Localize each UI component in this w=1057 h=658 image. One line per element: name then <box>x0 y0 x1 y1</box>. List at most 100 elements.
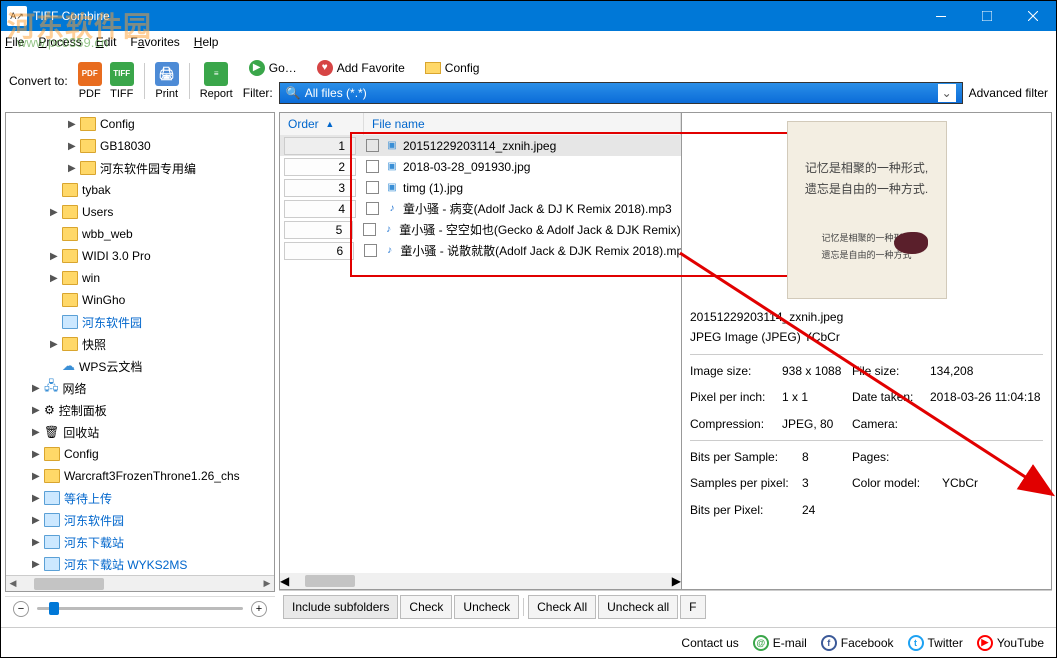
tree-item[interactable]: ▶河东下载站 <box>6 531 274 553</box>
twitter-link[interactable]: tTwitter <box>908 635 963 651</box>
label-compression: Compression: <box>690 414 782 434</box>
file-name: 2018-03-28_091930.jpg <box>403 160 530 174</box>
expand-arrow-icon[interactable]: ▶ <box>32 383 44 394</box>
f-button[interactable]: F <box>680 595 705 619</box>
contact-us-link[interactable]: Contact us <box>681 636 738 650</box>
tree-item[interactable]: ▶⚙控制面板 <box>6 399 274 421</box>
menu-help[interactable]: Help <box>194 35 219 49</box>
minimize-button[interactable] <box>918 1 964 31</box>
tree-item[interactable]: ▶快照 <box>6 333 274 355</box>
expand-arrow-icon[interactable]: ▶ <box>32 471 44 482</box>
tree-item[interactable]: ▶🗑回收站 <box>6 421 274 443</box>
tree-item[interactable]: ▶等待上传 <box>6 487 274 509</box>
label-bps: Bits per Sample: <box>690 447 802 467</box>
expand-arrow-icon[interactable]: ▶ <box>32 559 44 570</box>
convert-pdf-button[interactable]: PDFPDF <box>78 62 102 100</box>
list-scrollbar[interactable]: ◀▶ <box>280 573 681 589</box>
tree-item[interactable]: ▶Config <box>6 113 274 135</box>
expand-arrow-icon[interactable]: ▶ <box>50 273 62 284</box>
horizontal-scrollbar[interactable]: ◀▶ <box>6 575 274 591</box>
image-icon: ▣ <box>385 181 399 195</box>
expand-arrow-icon[interactable]: ▶ <box>68 141 80 152</box>
zoom-track[interactable] <box>37 607 243 610</box>
menu-file[interactable]: File <box>5 35 24 49</box>
expand-arrow-icon[interactable]: ▶ <box>32 449 44 460</box>
file-checkbox[interactable] <box>364 244 377 257</box>
tree-item[interactable]: ▶河东下载站 WYKS2MS <box>6 553 274 575</box>
folder-tree[interactable]: ▶Config▶GB18030▶河东软件园专用编tybak▶Userswbb_w… <box>5 112 275 592</box>
tree-item[interactable]: WinGho <box>6 289 274 311</box>
tree-item[interactable]: wbb_web <box>6 223 274 245</box>
file-checkbox[interactable] <box>366 139 379 152</box>
report-button[interactable]: ≡Report <box>200 62 233 100</box>
expand-arrow-icon[interactable]: ▶ <box>32 537 44 548</box>
menu-process[interactable]: Process <box>38 35 81 49</box>
tree-item[interactable]: ▶🖧网络 <box>6 377 274 399</box>
file-row[interactable]: 3 ▣ timg (1).jpg <box>280 177 681 198</box>
expand-arrow-icon[interactable]: ▶ <box>50 207 62 218</box>
tree-item[interactable]: ☁WPS云文档 <box>6 355 274 377</box>
file-checkbox[interactable] <box>366 160 379 173</box>
include-subfolders-button[interactable]: Include subfolders <box>283 595 398 619</box>
expand-arrow-icon[interactable]: ▶ <box>32 493 44 504</box>
zoom-in-button[interactable]: + <box>251 601 267 617</box>
expand-arrow-icon[interactable]: ▶ <box>50 339 62 350</box>
facebook-link[interactable]: fFacebook <box>821 635 894 651</box>
config-button[interactable]: Config <box>419 59 486 77</box>
file-checkbox[interactable] <box>366 181 379 194</box>
tree-item[interactable]: ▶河东软件园 <box>6 509 274 531</box>
tree-item[interactable]: ▶河东软件园专用编 <box>6 157 274 179</box>
filter-dropdown[interactable]: 🔍 All files (*.*) ⌄ <box>279 82 963 104</box>
file-name: 童小骚 - 说散就散(Adolf Jack & DJK Remix 2018).… <box>400 242 681 259</box>
tree-item[interactable]: ▶GB18030 <box>6 135 274 157</box>
check-button[interactable]: Check <box>400 595 452 619</box>
youtube-link[interactable]: ▶YouTube <box>977 635 1044 651</box>
print-button[interactable]: 🖨Print <box>155 62 179 100</box>
file-row[interactable]: 1▣20151229203114_zxnih.jpeg <box>280 135 681 156</box>
folder-icon <box>425 62 441 74</box>
file-checkbox[interactable] <box>363 223 376 236</box>
expand-arrow-icon[interactable]: ▶ <box>32 405 44 416</box>
tree-item[interactable]: 河东软件园 <box>6 311 274 333</box>
maximize-button[interactable] <box>964 1 1010 31</box>
label-file-size: File size: <box>852 361 930 381</box>
add-favorite-button[interactable]: ♥Add Favorite <box>311 58 411 78</box>
menu-edit[interactable]: Edit <box>96 35 117 49</box>
advanced-filter-link[interactable]: Advanced filter <box>969 86 1048 100</box>
uncheck-all-button[interactable]: Uncheck all <box>598 595 678 619</box>
tree-item[interactable]: ▶win <box>6 267 274 289</box>
file-row[interactable]: 5♪童小骚 - 空空如也(Gecko & Adolf Jack & DJK Re… <box>280 219 681 240</box>
expand-arrow-icon[interactable]: ▶ <box>68 119 80 130</box>
expand-arrow-icon[interactable]: ▶ <box>32 515 44 526</box>
file-row[interactable]: 2▣2018-03-28_091930.jpg <box>280 156 681 177</box>
check-all-button[interactable]: Check All <box>528 595 596 619</box>
expand-arrow-icon[interactable]: ▶ <box>68 163 80 174</box>
tree-item[interactable]: ▶Config <box>6 443 274 465</box>
zoom-out-button[interactable]: − <box>13 601 29 617</box>
tree-item[interactable]: ▶WIDI 3.0 Pro <box>6 245 274 267</box>
convert-tiff-button[interactable]: TIFFTIFF <box>110 62 134 100</box>
column-order[interactable]: Order ▲ <box>280 113 364 135</box>
order-cell: 3 <box>284 179 356 197</box>
value-pages <box>942 447 1043 467</box>
folder-icon <box>62 183 78 197</box>
file-row[interactable]: 4♪童小骚 - 病变(Adolf Jack & DJ K Remix 2018)… <box>280 198 681 219</box>
uncheck-button[interactable]: Uncheck <box>454 595 519 619</box>
label-date: Date taken: <box>852 387 930 407</box>
file-checkbox[interactable] <box>366 202 379 215</box>
tree-item[interactable]: ▶Warcraft3FrozenThrone1.26_chs <box>6 465 274 487</box>
preview-thumbnail: 记忆是相聚的一种形式, 遗忘是自由的一种方式. 记忆是相聚的一种形式 遗忘是自由… <box>787 121 947 299</box>
tree-item[interactable]: ▶Users <box>6 201 274 223</box>
expand-arrow-icon[interactable]: ▶ <box>32 427 44 438</box>
file-name: timg (1).jpg <box>403 181 463 195</box>
tree-item[interactable]: tybak <box>6 179 274 201</box>
close-button[interactable] <box>1010 1 1056 31</box>
expand-arrow-icon[interactable]: ▶ <box>50 251 62 262</box>
folder-icon <box>62 271 78 285</box>
file-row[interactable]: 6♪童小骚 - 说散就散(Adolf Jack & DJK Remix 2018… <box>280 240 681 261</box>
column-filename[interactable]: File name <box>364 113 681 135</box>
separator <box>144 63 145 99</box>
go-button[interactable]: ▶Go… <box>243 58 303 78</box>
email-link[interactable]: @E-mail <box>753 635 807 651</box>
menu-favorites[interactable]: Favorites <box>130 35 179 49</box>
